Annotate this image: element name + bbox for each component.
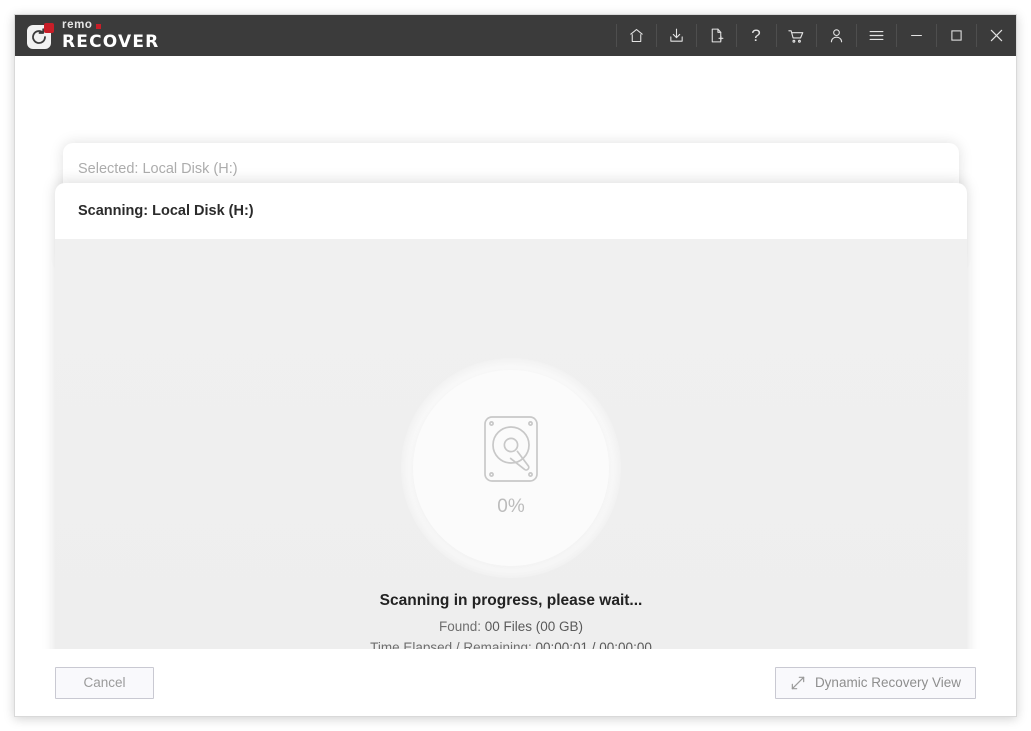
scanning-card-body: 0% Scanning in progress, please wait... … (55, 239, 967, 692)
window-body: Selected: Local Disk (H:) Scanning: Loca… (15, 56, 1016, 716)
found-files-label: Found: (438, 619, 481, 634)
cart-icon[interactable] (776, 15, 816, 56)
progress-percent-text: 0% (497, 496, 525, 517)
cancel-button[interactable]: Cancel (55, 666, 154, 699)
scan-status-block: Scanning in progress, please wait... Fou… (55, 592, 967, 655)
hard-disk-scan-icon (484, 416, 538, 482)
scanning-card: Scanning: Local Disk (H:) 0% Scanning in… (55, 183, 967, 692)
progress-circle: 0% (413, 370, 609, 566)
found-files-line: Found: 00 Files (00 GB) (55, 619, 967, 634)
minimize-icon[interactable] (896, 15, 936, 56)
close-icon[interactable] (976, 15, 1016, 56)
logo-badge-dot (44, 22, 54, 33)
dynamic-recovery-view-button[interactable]: Dynamic Recovery View (774, 666, 976, 699)
scan-progress-indicator: 0% (401, 358, 621, 578)
dynamic-recovery-view-label: Dynamic Recovery View (814, 675, 961, 690)
home-icon[interactable] (616, 15, 656, 56)
remo-recover-logo-icon (27, 22, 54, 49)
new-file-icon[interactable] (696, 15, 736, 56)
scanning-card-header: Scanning: Local Disk (H:) (55, 183, 967, 239)
brand-bottom-text: RECOVER (62, 31, 160, 52)
brand-accent-square (95, 23, 101, 29)
help-icon-glyph: ? (751, 25, 761, 45)
brand-logo: remo RECOVER (15, 15, 159, 56)
scanning-drive-label: Scanning: Local Disk (H:) (78, 203, 254, 219)
title-bar[interactable]: remo RECOVER ? (15, 15, 1016, 56)
brand-top-text: remo (62, 19, 93, 32)
footer-action-bar: Cancel Dynamic Recovery View (15, 649, 1016, 716)
app-window: remo RECOVER ? Selected: Local Disk (H:)… (14, 14, 1017, 717)
maximize-icon[interactable] (936, 15, 976, 56)
title-bar-actions: ? (616, 15, 1016, 56)
expand-diagonal-icon (791, 676, 805, 689)
found-files-value: 00 Files (00 GB) (484, 619, 584, 634)
save-icon[interactable] (656, 15, 696, 56)
hamburger-menu-icon[interactable] (856, 15, 896, 56)
selected-drive-label: Selected: Local Disk (H:) (78, 161, 238, 177)
help-icon[interactable]: ? (736, 15, 776, 56)
scan-status-title: Scanning in progress, please wait... (379, 592, 643, 609)
user-icon[interactable] (816, 15, 856, 56)
